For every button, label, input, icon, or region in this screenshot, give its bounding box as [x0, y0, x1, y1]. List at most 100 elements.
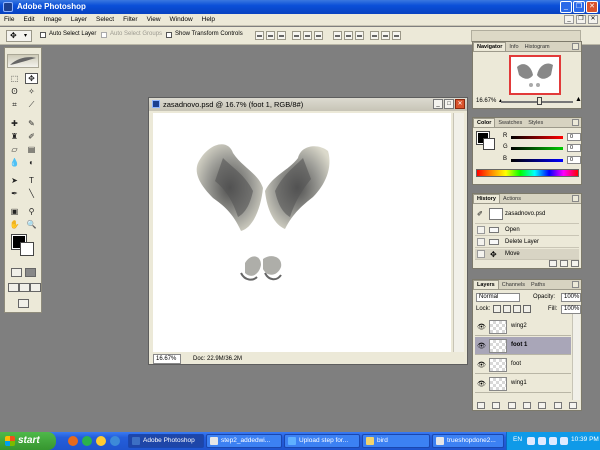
layers-menu-button[interactable]	[572, 281, 579, 288]
browser-icon[interactable]	[82, 436, 92, 446]
task-photoshop[interactable]: Adobe Photoshop	[128, 434, 204, 448]
brush-tool-icon[interactable]: ✎	[25, 118, 38, 129]
mdi-minimize-button[interactable]: _	[564, 15, 574, 24]
layer-style-button[interactable]	[492, 402, 501, 409]
new-snapshot-button[interactable]	[560, 260, 568, 267]
menu-layer[interactable]: Layer	[71, 16, 87, 23]
new-document-from-state-button[interactable]	[549, 260, 557, 267]
history-item[interactable]: Open	[475, 225, 579, 236]
align-right-edges-button[interactable]	[314, 31, 323, 40]
tab-history[interactable]: History	[473, 194, 500, 203]
task-image-file[interactable]: trueshopdone2...	[432, 434, 504, 448]
blend-mode-select[interactable]: Normal	[476, 293, 520, 302]
line-tool-icon[interactable]: ╲	[25, 188, 38, 199]
tab-actions[interactable]: Actions	[500, 195, 524, 203]
zoom-tool-icon[interactable]: 🔍	[25, 219, 38, 230]
lock-transparent-button[interactable]	[493, 305, 501, 313]
marquee-tool-icon[interactable]: ⬚	[8, 73, 21, 84]
slice-tool-icon[interactable]: ⟋	[25, 99, 38, 110]
history-item[interactable]: ✥ Move	[475, 249, 579, 260]
channel-r-slider[interactable]	[511, 136, 563, 139]
lock-all-button[interactable]	[523, 305, 531, 313]
menu-image[interactable]: Image	[44, 16, 62, 23]
delete-layer-button[interactable]	[568, 402, 577, 409]
lasso-tool-icon[interactable]: ʘ	[8, 86, 21, 97]
fill-field[interactable]: 100%	[561, 305, 581, 314]
clock[interactable]: 10:39 PM	[571, 436, 599, 443]
document-title-bar[interactable]: zasadnovo.psd @ 16.7% (foot 1, RGB/8#) _…	[149, 98, 467, 111]
history-item[interactable]: Delete Layer	[475, 237, 579, 248]
start-button[interactable]: start	[0, 432, 56, 450]
tab-info[interactable]: Info	[506, 43, 521, 51]
clone-stamp-tool-icon[interactable]: ♜	[8, 131, 21, 142]
document-minimize-button[interactable]: _	[433, 99, 443, 109]
language-indicator[interactable]: EN	[513, 436, 522, 443]
eyedropper-tool-icon[interactable]: ⚲	[25, 206, 38, 217]
gradient-tool-icon[interactable]: ▤	[25, 144, 38, 155]
distribute-top-button[interactable]	[333, 31, 342, 40]
messenger-icon[interactable]	[96, 436, 106, 446]
hand-tool-icon[interactable]: ✋	[8, 219, 21, 230]
document-maximize-button[interactable]: □	[444, 99, 454, 109]
feather-logo[interactable]	[7, 54, 39, 68]
background-color-swatch[interactable]	[20, 242, 34, 256]
document-close-button[interactable]: ✕	[455, 99, 465, 109]
screen-mode-full-menu-button[interactable]	[19, 283, 30, 292]
align-bottom-edges-button[interactable]	[277, 31, 286, 40]
channel-r-value[interactable]: 0	[567, 133, 581, 141]
align-horizontal-centers-button[interactable]	[303, 31, 312, 40]
standard-mode-button[interactable]	[11, 268, 22, 277]
tray-icon[interactable]	[549, 437, 557, 445]
color-spectrum-ramp[interactable]	[476, 169, 579, 177]
move-tool-icon[interactable]: ✥	[25, 73, 38, 84]
align-vertical-centers-button[interactable]	[266, 31, 275, 40]
crop-tool-icon[interactable]: ⌗	[8, 99, 21, 110]
auto-select-groups-checkbox[interactable]	[101, 32, 107, 38]
distribute-left-button[interactable]	[370, 31, 379, 40]
history-source-box[interactable]	[477, 238, 485, 246]
adjustment-layer-button[interactable]	[522, 402, 531, 409]
tab-layers[interactable]: Layers	[473, 280, 499, 289]
tool-preset-picker[interactable]: ✥ ▾	[6, 30, 32, 42]
eye-icon[interactable]: 👁	[477, 361, 486, 369]
color-menu-button[interactable]	[572, 119, 579, 126]
channel-b-slider[interactable]	[511, 159, 563, 162]
tab-navigator[interactable]: Navigator	[473, 42, 507, 51]
path-selection-tool-icon[interactable]: ➤	[8, 175, 21, 186]
menu-help[interactable]: Help	[202, 16, 215, 23]
jump-to-imageready-button[interactable]	[18, 299, 29, 308]
tab-styles[interactable]: Styles	[525, 119, 546, 127]
layer-row[interactable]: 👁 foot 1	[475, 337, 571, 355]
delete-state-button[interactable]	[571, 260, 579, 267]
zoom-in-icon[interactable]: ▲	[575, 96, 582, 103]
eye-icon[interactable]: 👁	[477, 323, 486, 331]
task-browser[interactable]: Upload step for...	[284, 434, 360, 448]
navigator-thumbnail[interactable]	[509, 55, 561, 95]
distribute-hcenter-button[interactable]	[381, 31, 390, 40]
menu-window[interactable]: Window	[170, 16, 193, 23]
quick-mask-button[interactable]	[25, 268, 36, 277]
lock-image-button[interactable]	[503, 305, 511, 313]
eye-icon[interactable]: 👁	[477, 380, 486, 388]
blur-tool-icon[interactable]: 💧	[8, 157, 21, 168]
history-source-box[interactable]	[477, 250, 485, 258]
screen-mode-full-button[interactable]	[30, 283, 41, 292]
minimize-button[interactable]: _	[560, 1, 572, 13]
tab-swatches[interactable]: Swatches	[495, 119, 525, 127]
tray-icon[interactable]	[527, 437, 535, 445]
eraser-tool-icon[interactable]: ▱	[8, 144, 21, 155]
dodge-tool-icon[interactable]: ◐	[25, 157, 38, 168]
layer-row[interactable]: 👁 wing2	[475, 318, 571, 336]
tray-icon[interactable]	[560, 437, 568, 445]
menu-select[interactable]: Select	[96, 16, 114, 23]
align-left-edges-button[interactable]	[292, 31, 301, 40]
restore-button[interactable]: ❐	[573, 1, 585, 13]
eye-icon[interactable]: 👁	[477, 342, 486, 350]
task-image-viewer[interactable]: step2_addedwi...	[206, 434, 282, 448]
firefox-icon[interactable]	[68, 436, 78, 446]
opacity-field[interactable]: 100%	[561, 293, 581, 302]
distribute-right-button[interactable]	[392, 31, 401, 40]
new-group-button[interactable]	[538, 402, 547, 409]
lock-position-button[interactable]	[513, 305, 521, 313]
align-top-edges-button[interactable]	[255, 31, 264, 40]
